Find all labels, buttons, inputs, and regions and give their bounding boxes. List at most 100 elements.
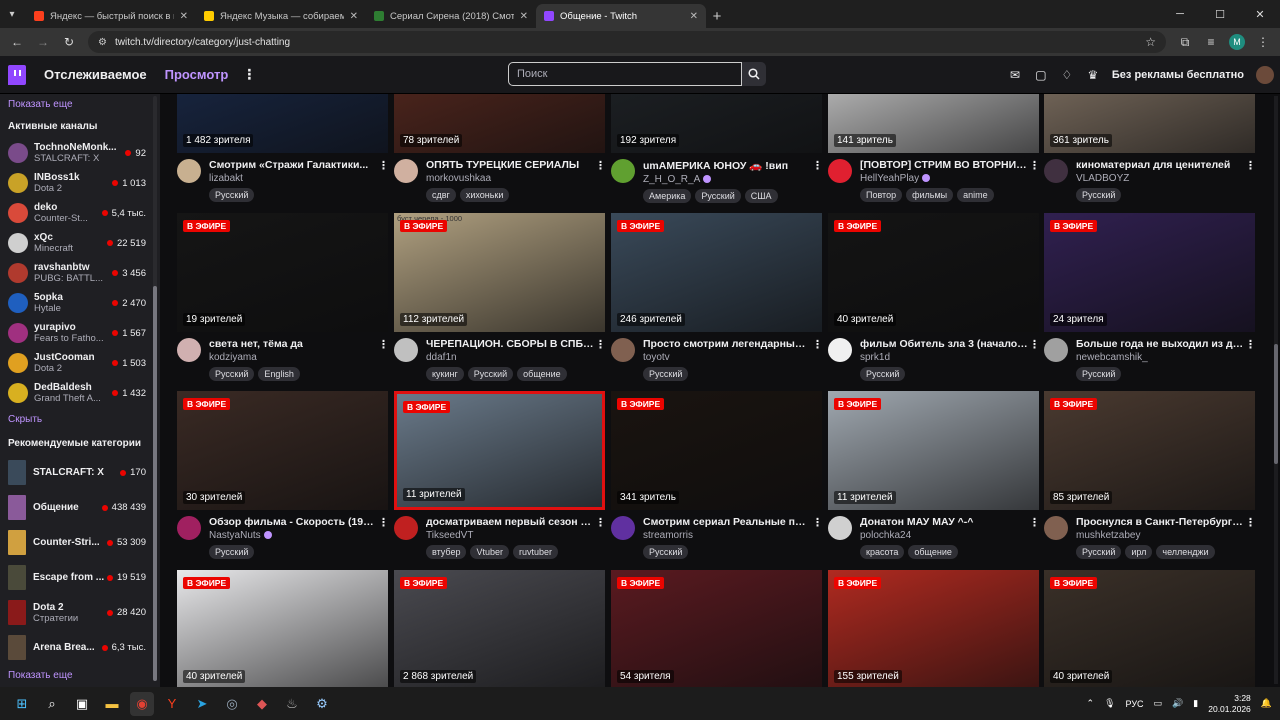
stream-card[interactable]: В ЭФИРЕ 19 зрителей света нет, тёма да kodz… xyxy=(177,213,389,381)
streamer-avatar[interactable] xyxy=(177,516,201,540)
streamer-avatar[interactable] xyxy=(394,516,418,540)
stream-tag[interactable]: фильмы xyxy=(906,188,954,202)
forward-icon[interactable]: → xyxy=(32,31,54,53)
stream-tag[interactable]: втубер xyxy=(426,545,467,559)
stream-tag[interactable]: anime xyxy=(957,188,994,202)
card-more-icon[interactable]: ⋮ xyxy=(1029,516,1040,559)
stream-title[interactable]: Смотрим «Стражи Галактики... xyxy=(209,159,377,171)
stream-title[interactable]: Больше года не выходил из дом... xyxy=(1076,338,1244,350)
sidebar-channel[interactable]: xQc Minecraft 22 519 xyxy=(0,228,160,258)
streamer-avatar[interactable] xyxy=(1044,338,1068,362)
task-view-icon[interactable]: ▣ xyxy=(70,692,94,716)
sidebar-channel[interactable]: ravshanbtw PUBG: BATTL... 3 456 xyxy=(0,258,160,288)
page-scrollbar[interactable] xyxy=(1274,96,1278,684)
streamer-avatar[interactable] xyxy=(828,159,852,183)
stream-tag[interactable]: хихоньки xyxy=(459,188,510,202)
settings-icon[interactable]: ⚙ xyxy=(310,692,334,716)
sidebar-category[interactable]: Arena Brea... 6,3 тыс. xyxy=(0,630,160,665)
bookmark-star-icon[interactable]: ☆ xyxy=(1145,35,1156,49)
stream-thumbnail[interactable]: В ЭФИРЕ 2 868 зрителей xyxy=(394,570,605,687)
sidebar-channel[interactable]: yurapivo Fears to Fatho... 1 567 xyxy=(0,318,160,348)
stream-channel[interactable]: polochka24 xyxy=(860,530,911,541)
browser-tab[interactable]: Яндекс — быстрый поиск в ин ✕ xyxy=(26,4,196,28)
sidebar-category[interactable]: STALCRAFT: X 170 xyxy=(0,455,160,490)
browser-menu-icon[interactable]: ⋮ xyxy=(1252,31,1274,53)
stream-thumbnail[interactable]: 192 зрителя xyxy=(611,94,822,153)
stream-title[interactable]: Обзор фильма - Скорость (1994)... xyxy=(209,516,377,528)
card-more-icon[interactable]: ⋮ xyxy=(1245,159,1256,202)
search-button[interactable] xyxy=(742,62,766,86)
streamer-avatar[interactable] xyxy=(1044,159,1068,183)
tab-close-icon[interactable]: ✕ xyxy=(690,11,698,22)
card-more-icon[interactable]: ⋮ xyxy=(1245,516,1256,559)
hide-link[interactable]: Скрыть xyxy=(0,409,160,429)
stream-channel[interactable]: toyotv xyxy=(643,352,670,363)
stream-thumbnail[interactable]: В ЭФИРЕ 341 зритель xyxy=(611,391,822,510)
reading-list-icon[interactable]: ≡ xyxy=(1200,31,1222,53)
stream-card[interactable]: 141 зритель [ПОВТОР] СТРИМ ВО ВТОРНИК, ..… xyxy=(828,94,1040,202)
card-more-icon[interactable]: ⋮ xyxy=(812,516,823,559)
inbox-icon[interactable]: ✉ xyxy=(1008,68,1022,82)
stream-thumbnail[interactable]: 361 зритель xyxy=(1044,94,1255,153)
streamer-avatar[interactable] xyxy=(611,159,635,183)
stream-thumbnail[interactable]: В ЭФИРЕ 30 зрителей xyxy=(177,391,388,510)
sidebar-category[interactable]: Counter-Stri... 53 309 xyxy=(0,525,160,560)
stream-title[interactable]: umАМЕРИКА ЮНОУ 🚗 !вип xyxy=(643,159,811,172)
app-icon[interactable]: ♨ xyxy=(280,692,304,716)
stream-tag[interactable]: Русский xyxy=(209,545,255,559)
stream-thumbnail[interactable]: 78 зрителей xyxy=(394,94,605,153)
tray-expand-icon[interactable]: ⌃ xyxy=(1087,698,1095,709)
page-scroll-thumb[interactable] xyxy=(1274,344,1278,464)
steam-icon[interactable]: ◎ xyxy=(220,692,244,716)
tab-search-icon[interactable]: ▾ xyxy=(4,6,20,22)
stream-channel[interactable]: lizabakt xyxy=(209,173,243,184)
tab-close-icon[interactable]: ✕ xyxy=(520,11,528,22)
card-more-icon[interactable]: ⋮ xyxy=(378,338,389,381)
volume-icon[interactable]: 🔊 xyxy=(1172,698,1183,709)
stream-tag[interactable]: Русский xyxy=(1076,188,1122,202)
stream-channel[interactable]: ddaf1n xyxy=(426,352,457,363)
stream-tag[interactable]: общение xyxy=(517,367,567,381)
new-tab-button[interactable]: + xyxy=(706,4,728,28)
streamer-avatar[interactable] xyxy=(177,338,201,362)
telegram-icon[interactable]: ➤ xyxy=(190,692,214,716)
sidebar-channel[interactable]: JustCooman Dota 2 1 503 xyxy=(0,348,160,378)
stream-tag[interactable]: красота xyxy=(860,545,905,559)
streamer-avatar[interactable] xyxy=(177,159,201,183)
streamer-avatar[interactable] xyxy=(828,338,852,362)
close-window-icon[interactable]: ✕ xyxy=(1240,0,1280,28)
sidebar-channel[interactable]: TochnoNeMonk... STALCRAFT: X 92 xyxy=(0,138,160,168)
nav-following[interactable]: Отслеживаемое xyxy=(44,67,147,82)
stream-title[interactable]: Просто смотрим легендарный ф... xyxy=(643,338,811,350)
stream-title[interactable]: ЧЕРЕПАЦИОН. СБОРЫ В СПБ. | !... xyxy=(426,338,594,350)
card-more-icon[interactable]: ⋮ xyxy=(378,159,389,202)
show-more-top[interactable]: Показать еще xyxy=(0,94,160,114)
card-more-icon[interactable]: ⋮ xyxy=(595,159,606,202)
stream-card[interactable]: 1 482 зрителя Смотрим «Стражи Галактики..… xyxy=(177,94,389,202)
stream-tag[interactable]: Русский xyxy=(643,367,689,381)
whispers-icon[interactable]: ▢ xyxy=(1034,68,1048,82)
stream-title[interactable]: Донатон МАУ МАУ ^-^ xyxy=(860,516,1028,528)
stream-card[interactable]: В ЭФИРЕ 246 зрителей Просто смотрим легенд… xyxy=(611,213,823,381)
streamer-avatar[interactable] xyxy=(1044,516,1068,540)
stream-title[interactable]: киноматериал для ценителей xyxy=(1076,159,1244,171)
stream-card[interactable]: В ЭФИРЕ 40 зрителей фильм Обитель зла 3 (н… xyxy=(828,213,1040,381)
stream-thumbnail[interactable]: В ЭФИРЕ 40 зрителей xyxy=(828,213,1039,332)
battery-icon[interactable]: ▮ xyxy=(1193,698,1198,709)
stream-title[interactable]: [ПОВТОР] СТРИМ ВО ВТОРНИК, ... xyxy=(860,159,1028,171)
stream-title[interactable]: досматриваем первый сезон "8... xyxy=(426,516,594,528)
stream-channel[interactable]: HellYeahPlay xyxy=(860,173,919,184)
stream-channel[interactable]: mushketzabey xyxy=(1076,530,1140,541)
card-more-icon[interactable]: ⋮ xyxy=(595,516,606,559)
stream-thumbnail[interactable]: В ЭФИРЕ 24 зрителя xyxy=(1044,213,1255,332)
stream-thumbnail[interactable]: В ЭФИРЕ 40 зрителей xyxy=(1044,570,1255,687)
browser-tab[interactable]: Сериал Сирена (2018) Смотре ✕ xyxy=(366,4,536,28)
microphone-icon[interactable]: 🎙 xyxy=(1104,698,1115,709)
stream-thumbnail[interactable]: В ЭФИРЕ 19 зрителей xyxy=(177,213,388,332)
stream-thumbnail[interactable]: 1 482 зрителя xyxy=(177,94,388,153)
stream-tag[interactable]: Vtuber xyxy=(470,545,510,559)
streamer-avatar[interactable] xyxy=(394,159,418,183)
back-icon[interactable]: ← xyxy=(6,31,28,53)
stream-card[interactable]: 78 зрителей ОПЯТЬ ТУРЕЦКИЕ СЕРИАЛЫ morkovu… xyxy=(394,94,606,202)
stream-card[interactable]: В ЭФИРЕ 30 зрителей Обзор фильма - Скорост… xyxy=(177,391,389,559)
